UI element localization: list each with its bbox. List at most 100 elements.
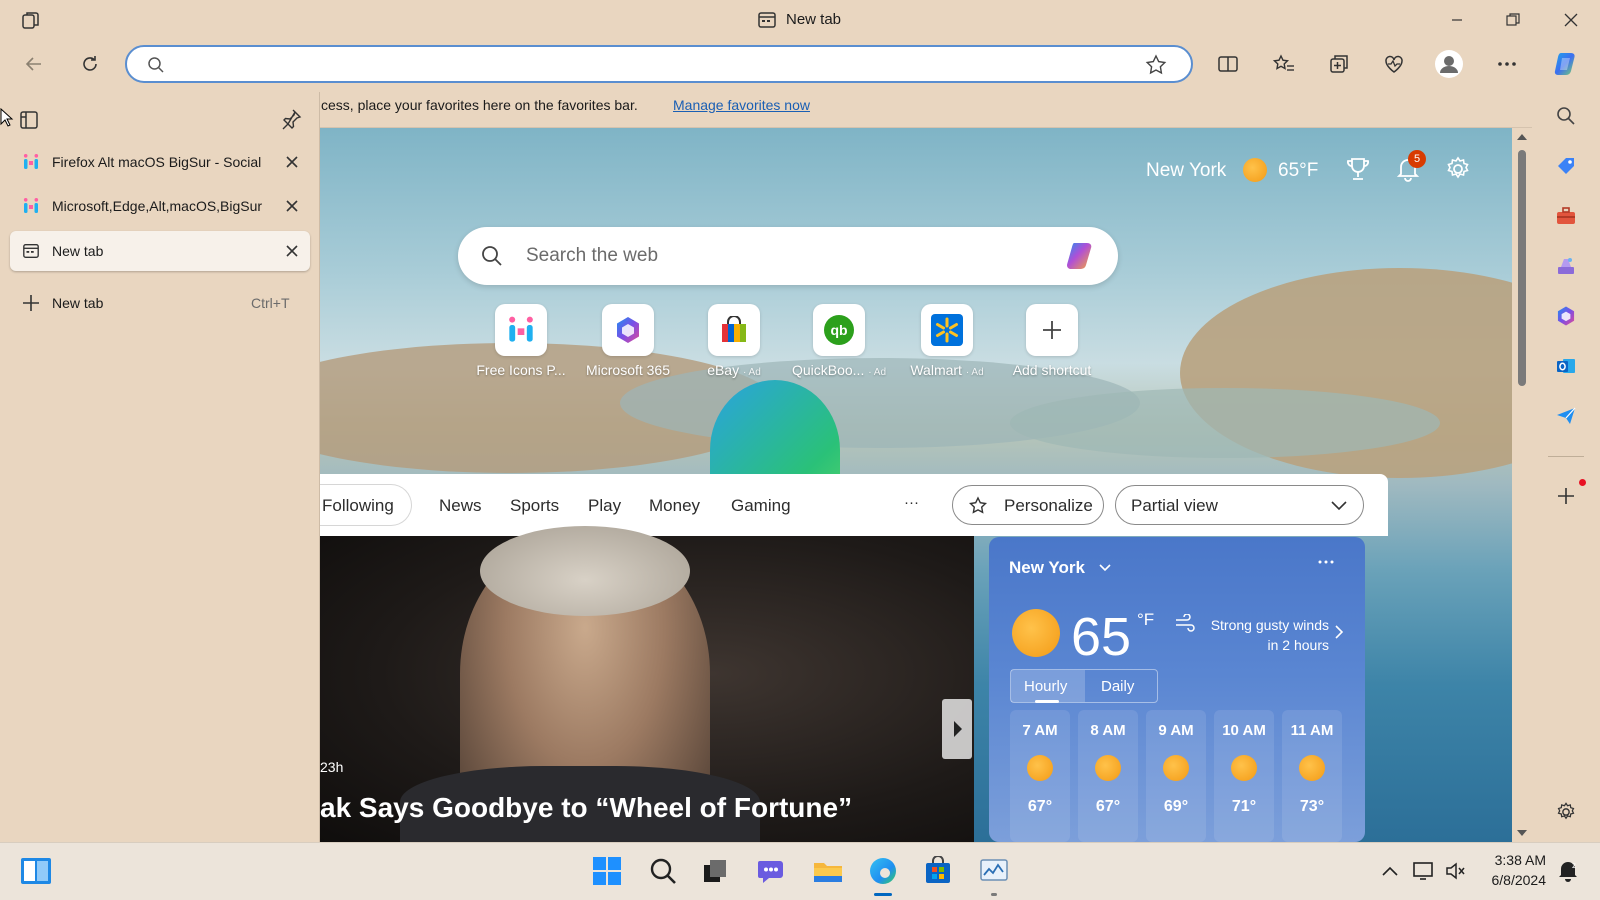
browser-essentials-button[interactable] bbox=[1376, 46, 1412, 82]
taskbar-clock-date[interactable]: 6/8/2024 bbox=[1464, 872, 1547, 888]
scrollbar-thumb[interactable] bbox=[1518, 150, 1526, 386]
split-screen-button[interactable] bbox=[1210, 46, 1246, 82]
close-tab-icon[interactable] bbox=[282, 241, 302, 261]
chevron-right-icon[interactable] bbox=[1334, 624, 1344, 640]
ad-label: · Ad bbox=[868, 367, 887, 378]
drop-send-icon[interactable] bbox=[1548, 398, 1584, 434]
tab-hourly[interactable]: Hourly bbox=[1024, 678, 1067, 695]
carousel-next-button[interactable] bbox=[942, 699, 972, 759]
new-tab-button[interactable]: New tab Ctrl+T bbox=[10, 283, 310, 323]
refresh-button[interactable] bbox=[72, 46, 108, 82]
chevron-down-icon bbox=[1330, 499, 1348, 513]
weather-alert[interactable]: Strong gusty winds in 2 hours bbox=[1199, 615, 1329, 655]
feed-tab-money[interactable]: Money bbox=[649, 496, 700, 516]
shortcut-label: Free Icons P... bbox=[476, 362, 566, 378]
weather-city[interactable]: New York bbox=[1146, 160, 1226, 182]
games-icon[interactable] bbox=[1548, 248, 1584, 284]
tab-actions-menu-icon[interactable] bbox=[18, 109, 40, 131]
background-hill bbox=[1010, 388, 1440, 458]
outlook-icon[interactable] bbox=[1548, 348, 1584, 384]
copilot-icon[interactable] bbox=[1548, 46, 1584, 82]
page-settings-gear-icon[interactable] bbox=[1444, 155, 1472, 183]
view-mode-select[interactable]: Partial view bbox=[1115, 485, 1364, 525]
feed-tab-news[interactable]: News bbox=[439, 496, 482, 516]
weather-card-city[interactable]: New York bbox=[1009, 558, 1085, 578]
personalize-button[interactable]: Personalize bbox=[952, 485, 1104, 525]
notification-center-icon[interactable]: z bbox=[1547, 850, 1589, 892]
address-bar[interactable] bbox=[125, 45, 1193, 83]
task-manager-icon[interactable] bbox=[973, 850, 1015, 892]
hero-headline[interactable]: ak Says Goodbye to “Wheel of Fortune” bbox=[320, 792, 852, 824]
feed-tab-gaming[interactable]: Gaming bbox=[731, 496, 791, 516]
hourly-forecast-item: 8 AM 67° bbox=[1078, 710, 1138, 842]
task-view-icon[interactable] bbox=[694, 850, 736, 892]
copilot-icon[interactable] bbox=[1063, 239, 1097, 273]
sidebar-search-icon[interactable] bbox=[1548, 98, 1584, 134]
vertical-tab-label: Microsoft,Edge,Alt,macOS,BigSur bbox=[52, 198, 263, 214]
feed-tab-play[interactable]: Play bbox=[588, 496, 621, 516]
shortcut-walmart[interactable]: Walmart · Ad bbox=[892, 304, 1002, 378]
back-button[interactable] bbox=[16, 46, 52, 82]
running-app-indicator bbox=[991, 893, 997, 896]
hourly-forecast-item: 7 AM 67° bbox=[1010, 710, 1070, 842]
taskbar-search-icon[interactable] bbox=[642, 850, 684, 892]
search-icon bbox=[480, 244, 504, 268]
vertical-tab-active[interactable]: New tab bbox=[10, 231, 310, 271]
tab-hourly-indicator bbox=[1035, 700, 1059, 703]
close-tab-icon[interactable] bbox=[282, 152, 302, 172]
wind-icon bbox=[1174, 614, 1196, 632]
shopping-tag-icon[interactable] bbox=[1548, 148, 1584, 184]
favorite-star-icon[interactable] bbox=[1145, 54, 1167, 76]
manage-favorites-link[interactable]: Manage favorites now bbox=[673, 97, 810, 113]
sun-icon bbox=[1095, 755, 1121, 781]
chevron-down-icon[interactable] bbox=[1098, 563, 1112, 573]
tools-briefcase-icon[interactable] bbox=[1548, 198, 1584, 234]
shortcut-microsoft-365[interactable]: Microsoft 365 bbox=[573, 304, 683, 378]
tab-page-icon bbox=[757, 10, 777, 30]
hero-age: 23h bbox=[320, 759, 344, 775]
icons8-icon bbox=[22, 197, 40, 215]
settings-more-button[interactable] bbox=[1489, 46, 1525, 82]
microsoft-store-icon[interactable] bbox=[917, 850, 959, 892]
feed-more-button[interactable]: ··· bbox=[904, 494, 919, 511]
rewards-trophy-icon[interactable] bbox=[1344, 155, 1372, 183]
edge-browser-icon[interactable] bbox=[862, 850, 904, 892]
start-windows-icon[interactable] bbox=[586, 850, 628, 892]
active-app-indicator bbox=[874, 893, 892, 896]
vertical-tab[interactable]: Firefox Alt macOS BigSur - Social bbox=[10, 142, 310, 182]
shortcut-ebay[interactable]: eBay · Ad bbox=[679, 304, 789, 378]
page-scrollbar[interactable] bbox=[1512, 128, 1532, 842]
hour-temp: 67° bbox=[1027, 798, 1053, 815]
vertical-tab[interactable]: Microsoft,Edge,Alt,macOS,BigSur bbox=[10, 186, 310, 226]
taskbar-clock-time[interactable]: 3:38 AM bbox=[1464, 852, 1546, 868]
feed-tab-following-label[interactable]: Following bbox=[322, 496, 394, 516]
walmart-icon bbox=[921, 304, 973, 356]
file-explorer-icon[interactable] bbox=[807, 850, 849, 892]
sun-icon bbox=[1012, 609, 1060, 657]
sidebar-new-dot bbox=[1579, 479, 1586, 486]
microsoft365-icon[interactable] bbox=[1548, 298, 1584, 334]
close-window-button[interactable] bbox=[1548, 0, 1594, 40]
collections-button[interactable] bbox=[1321, 46, 1357, 82]
sidebar-settings-gear-icon[interactable] bbox=[1548, 794, 1584, 830]
widgets-icon[interactable] bbox=[15, 850, 57, 892]
feed-tab-sports[interactable]: Sports bbox=[510, 496, 559, 516]
maximize-button[interactable] bbox=[1490, 0, 1536, 40]
address-input[interactable] bbox=[181, 55, 1081, 75]
shortcut-free-icons[interactable]: Free Icons P... bbox=[466, 304, 576, 378]
shortcut-quickbooks[interactable]: qb QuickBoo... · Ad bbox=[784, 304, 894, 378]
add-shortcut-button[interactable]: Add shortcut bbox=[997, 304, 1107, 378]
favorites-button[interactable] bbox=[1266, 46, 1302, 82]
sun-icon bbox=[1299, 755, 1325, 781]
workspaces-icon[interactable] bbox=[20, 10, 42, 32]
teams-chat-icon[interactable] bbox=[751, 850, 793, 892]
pin-pane-icon[interactable] bbox=[280, 108, 302, 130]
svg-text:z: z bbox=[1572, 861, 1576, 870]
tab-daily[interactable]: Daily bbox=[1101, 678, 1134, 695]
profile-avatar[interactable] bbox=[1431, 46, 1467, 82]
weather-temp[interactable]: 65°F bbox=[1278, 160, 1318, 182]
weather-more-icon[interactable] bbox=[1318, 559, 1334, 565]
close-tab-icon[interactable] bbox=[282, 196, 302, 216]
minimize-button[interactable] bbox=[1434, 0, 1480, 40]
hourly-forecast-item: 9 AM 69° bbox=[1146, 710, 1206, 842]
